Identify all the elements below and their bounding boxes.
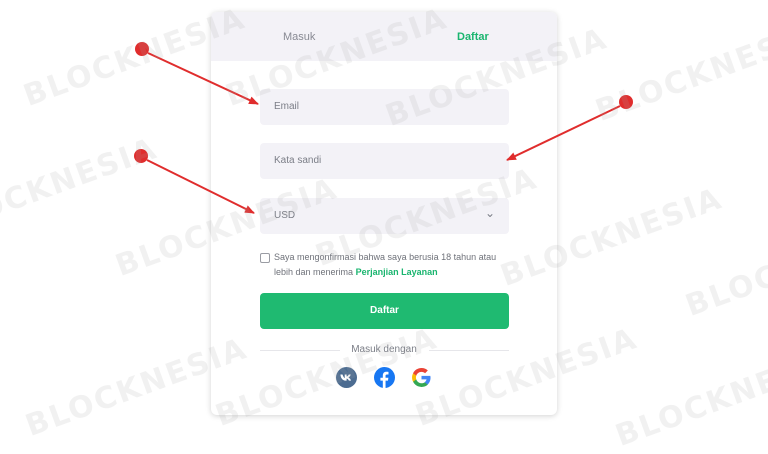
email-input[interactable]: Email	[260, 89, 509, 125]
register-button[interactable]: Daftar	[260, 293, 509, 329]
tab-register[interactable]: Daftar	[457, 31, 489, 43]
age-consent-checkbox[interactable]	[260, 253, 270, 263]
divider-right	[429, 350, 509, 351]
watermark-text: BLOCKNESIA	[681, 211, 768, 324]
watermark-text: BLOCKNESIA	[0, 131, 163, 244]
service-agreement-link[interactable]: Perjanjian Layanan	[356, 267, 438, 277]
consent-text: Saya mengonfirmasi bahwa saya berusia 18…	[274, 250, 504, 280]
currency-value: USD	[274, 210, 296, 221]
facebook-icon[interactable]	[374, 367, 395, 388]
email-placeholder: Email	[274, 101, 300, 112]
password-placeholder: Kata sandi	[274, 155, 322, 166]
watermark-text: BLOCKNESIA	[591, 16, 768, 129]
currency-select[interactable]: USD ⌄	[260, 198, 509, 234]
google-icon[interactable]	[411, 367, 432, 388]
password-input[interactable]: Kata sandi	[260, 143, 509, 179]
vk-icon[interactable]	[336, 367, 357, 388]
watermark-text: BLOCKNESIA	[611, 341, 768, 454]
chevron-down-icon: ⌄	[484, 206, 495, 220]
registration-card: Masuk Daftar Email Kata sandi USD ⌄ Saya…	[211, 12, 557, 415]
tab-login[interactable]: Masuk	[283, 31, 315, 43]
tab-bar: Masuk Daftar	[211, 12, 557, 61]
